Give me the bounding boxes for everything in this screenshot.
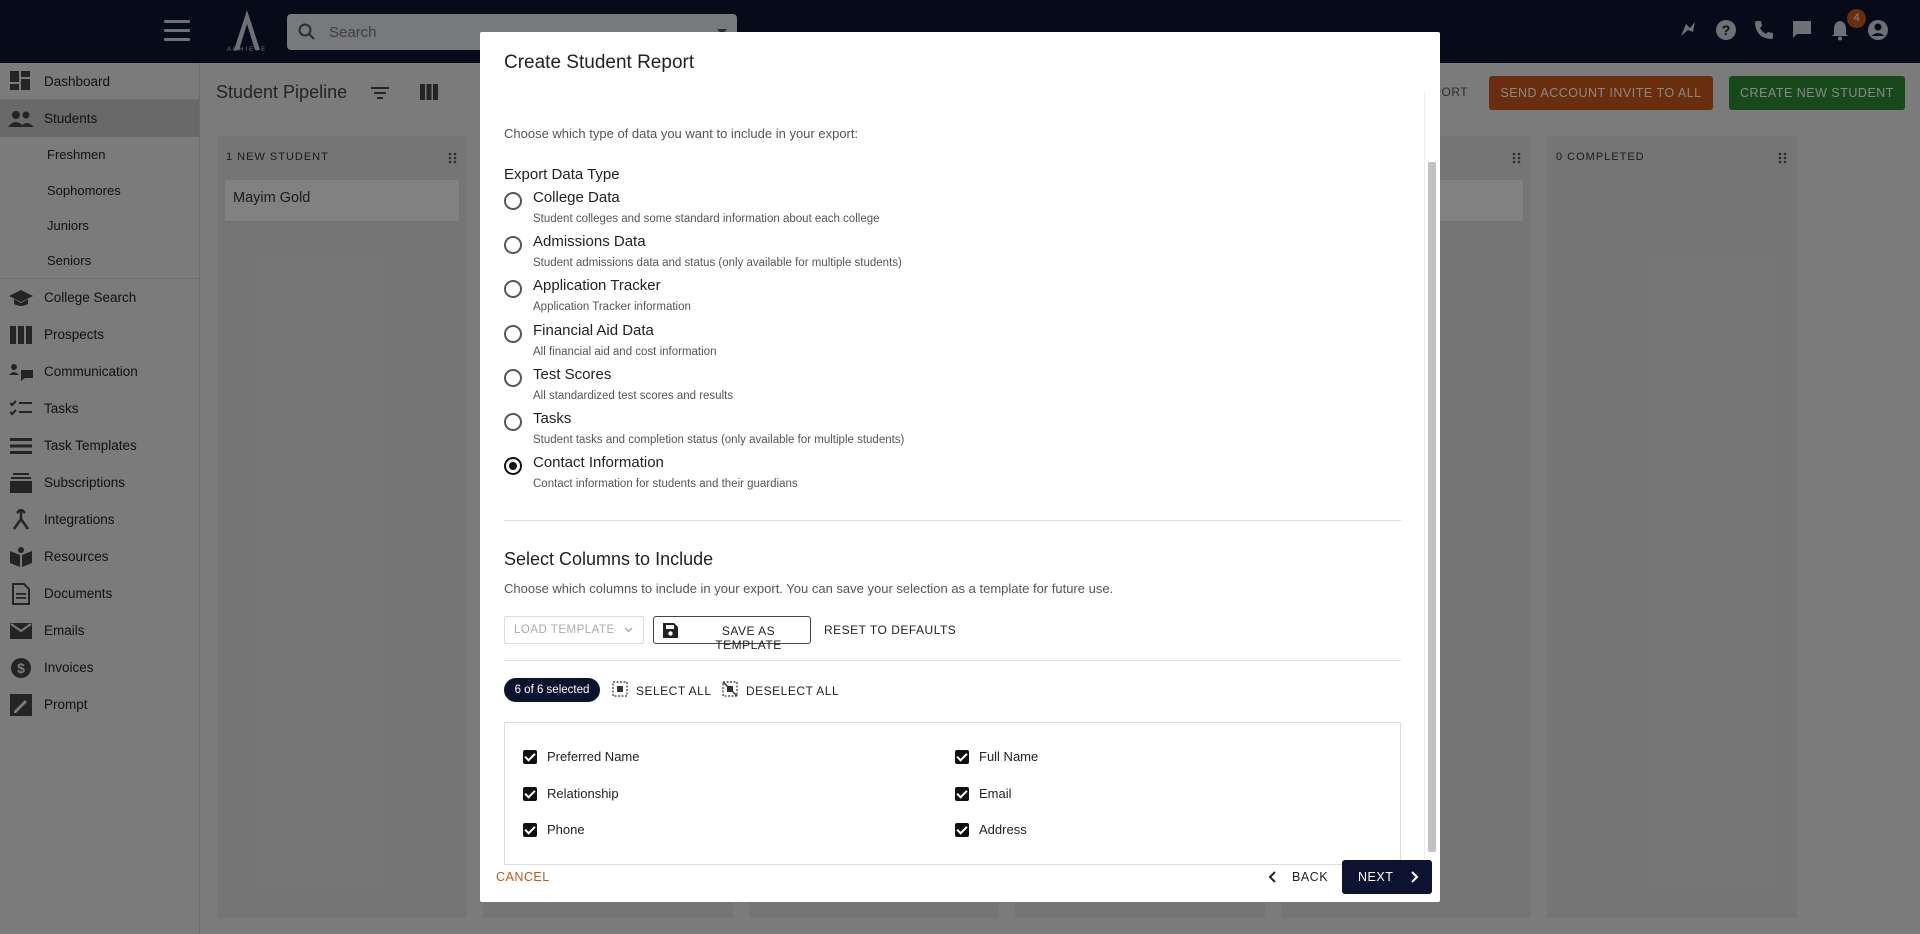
option-admissions-data[interactable]: Admissions Data Student admissions data … xyxy=(504,233,1204,277)
reset-to-defaults-button[interactable]: RESET TO DEFAULTS xyxy=(824,623,956,637)
export-type-label: Export Data Type xyxy=(504,166,620,183)
divider xyxy=(504,520,1401,521)
option-label: Financial Aid Data xyxy=(533,322,654,339)
columns-section-title: Select Columns to Include xyxy=(504,549,714,569)
chevron-down-icon xyxy=(624,627,633,633)
selection-count-badge: 6 of 6 selected xyxy=(504,678,600,702)
option-application-tracker[interactable]: Application Tracker Application Tracker … xyxy=(504,277,1204,321)
option-label: Admissions Data xyxy=(533,233,646,250)
radio-button[interactable] xyxy=(504,369,522,387)
radio-button[interactable] xyxy=(504,236,522,254)
checkbox-label: Phone xyxy=(547,822,585,837)
divider xyxy=(504,660,1401,661)
option-label: Application Tracker xyxy=(533,277,661,294)
option-tasks[interactable]: Tasks Student tasks and completion statu… xyxy=(504,410,1204,454)
option-description: All financial aid and cost information xyxy=(533,346,717,358)
option-description: All standardized test scores and results xyxy=(533,390,734,402)
checkbox-label: Full Name xyxy=(979,749,1039,764)
checkbox-checked[interactable] xyxy=(955,787,969,801)
checkbox-checked[interactable] xyxy=(523,823,537,837)
column-checkbox-phone[interactable]: Phone xyxy=(523,821,823,841)
radio-button[interactable] xyxy=(504,280,522,298)
chevron-right-icon xyxy=(1411,871,1419,883)
option-description: Contact information for students and the… xyxy=(533,478,798,490)
option-label: Tasks xyxy=(533,410,572,427)
option-financial-aid-data[interactable]: Financial Aid Data All financial aid and… xyxy=(504,322,1204,366)
radio-button[interactable] xyxy=(504,413,522,431)
checkbox-checked[interactable] xyxy=(523,787,537,801)
column-checkbox-preferred-name[interactable]: Preferred Name xyxy=(523,748,823,768)
save-icon xyxy=(663,623,678,638)
checkbox-label: Address xyxy=(979,822,1027,837)
load-template-select[interactable]: LOAD TEMPLATE xyxy=(504,616,644,644)
dialog-intro: Choose which type of data you want to in… xyxy=(504,126,859,141)
back-label: BACK xyxy=(1292,870,1329,884)
radio-button[interactable] xyxy=(504,192,522,210)
select-all-label: SELECT ALL xyxy=(636,684,712,698)
checkbox-checked[interactable] xyxy=(955,750,969,764)
save-template-label: SAVE AS TEMPLATE xyxy=(715,624,782,652)
chevron-left-icon xyxy=(1268,871,1276,883)
deselect-icon xyxy=(722,681,738,697)
select-all-icon xyxy=(612,681,628,697)
create-report-dialog: Create Student Report Choose which type … xyxy=(480,32,1440,902)
radio-button[interactable] xyxy=(504,325,522,343)
checkbox-checked[interactable] xyxy=(523,750,537,764)
option-label: Test Scores xyxy=(533,366,612,383)
column-checkbox-email[interactable]: Email xyxy=(955,785,1255,805)
option-college-data[interactable]: College Data Student colleges and some s… xyxy=(504,189,1204,233)
column-checkbox-address[interactable]: Address xyxy=(955,821,1255,841)
load-template-label: LOAD TEMPLATE xyxy=(514,624,615,636)
option-description: Student colleges and some standard infor… xyxy=(533,213,880,225)
next-label: NEXT xyxy=(1358,870,1394,884)
save-as-template-button[interactable]: SAVE AS TEMPLATE xyxy=(653,616,811,652)
deselect-all-label: DESELECT ALL xyxy=(746,684,840,698)
dialog-title: Create Student Report xyxy=(504,52,695,73)
option-description: Student tasks and completion status (onl… xyxy=(533,434,905,446)
checkbox-label: Relationship xyxy=(547,786,619,801)
column-checkbox-relationship[interactable]: Relationship xyxy=(523,785,823,805)
checkbox-checked[interactable] xyxy=(955,823,969,837)
option-label: Contact Information xyxy=(533,454,664,471)
columns-list: Preferred Name Full Name Relationship Em… xyxy=(504,722,1401,865)
option-contact-information[interactable]: Contact Information Contact information … xyxy=(504,454,1204,498)
checkbox-label: Email xyxy=(979,786,1012,801)
option-description: Student admissions data and status (only… xyxy=(533,257,902,269)
radio-button-selected[interactable] xyxy=(504,457,522,475)
option-test-scores[interactable]: Test Scores All standardized test scores… xyxy=(504,366,1204,410)
dialog-body: Choose which type of data you want to in… xyxy=(480,92,1440,872)
next-button[interactable]: NEXT xyxy=(1342,860,1432,894)
cancel-button[interactable]: CANCEL xyxy=(496,870,550,884)
column-checkbox-full-name[interactable]: Full Name xyxy=(955,748,1255,768)
option-description: Application Tracker information xyxy=(533,301,691,313)
checkbox-label: Preferred Name xyxy=(547,749,640,764)
columns-section-description: Choose which columns to include in your … xyxy=(504,581,1114,596)
option-label: College Data xyxy=(533,189,620,206)
